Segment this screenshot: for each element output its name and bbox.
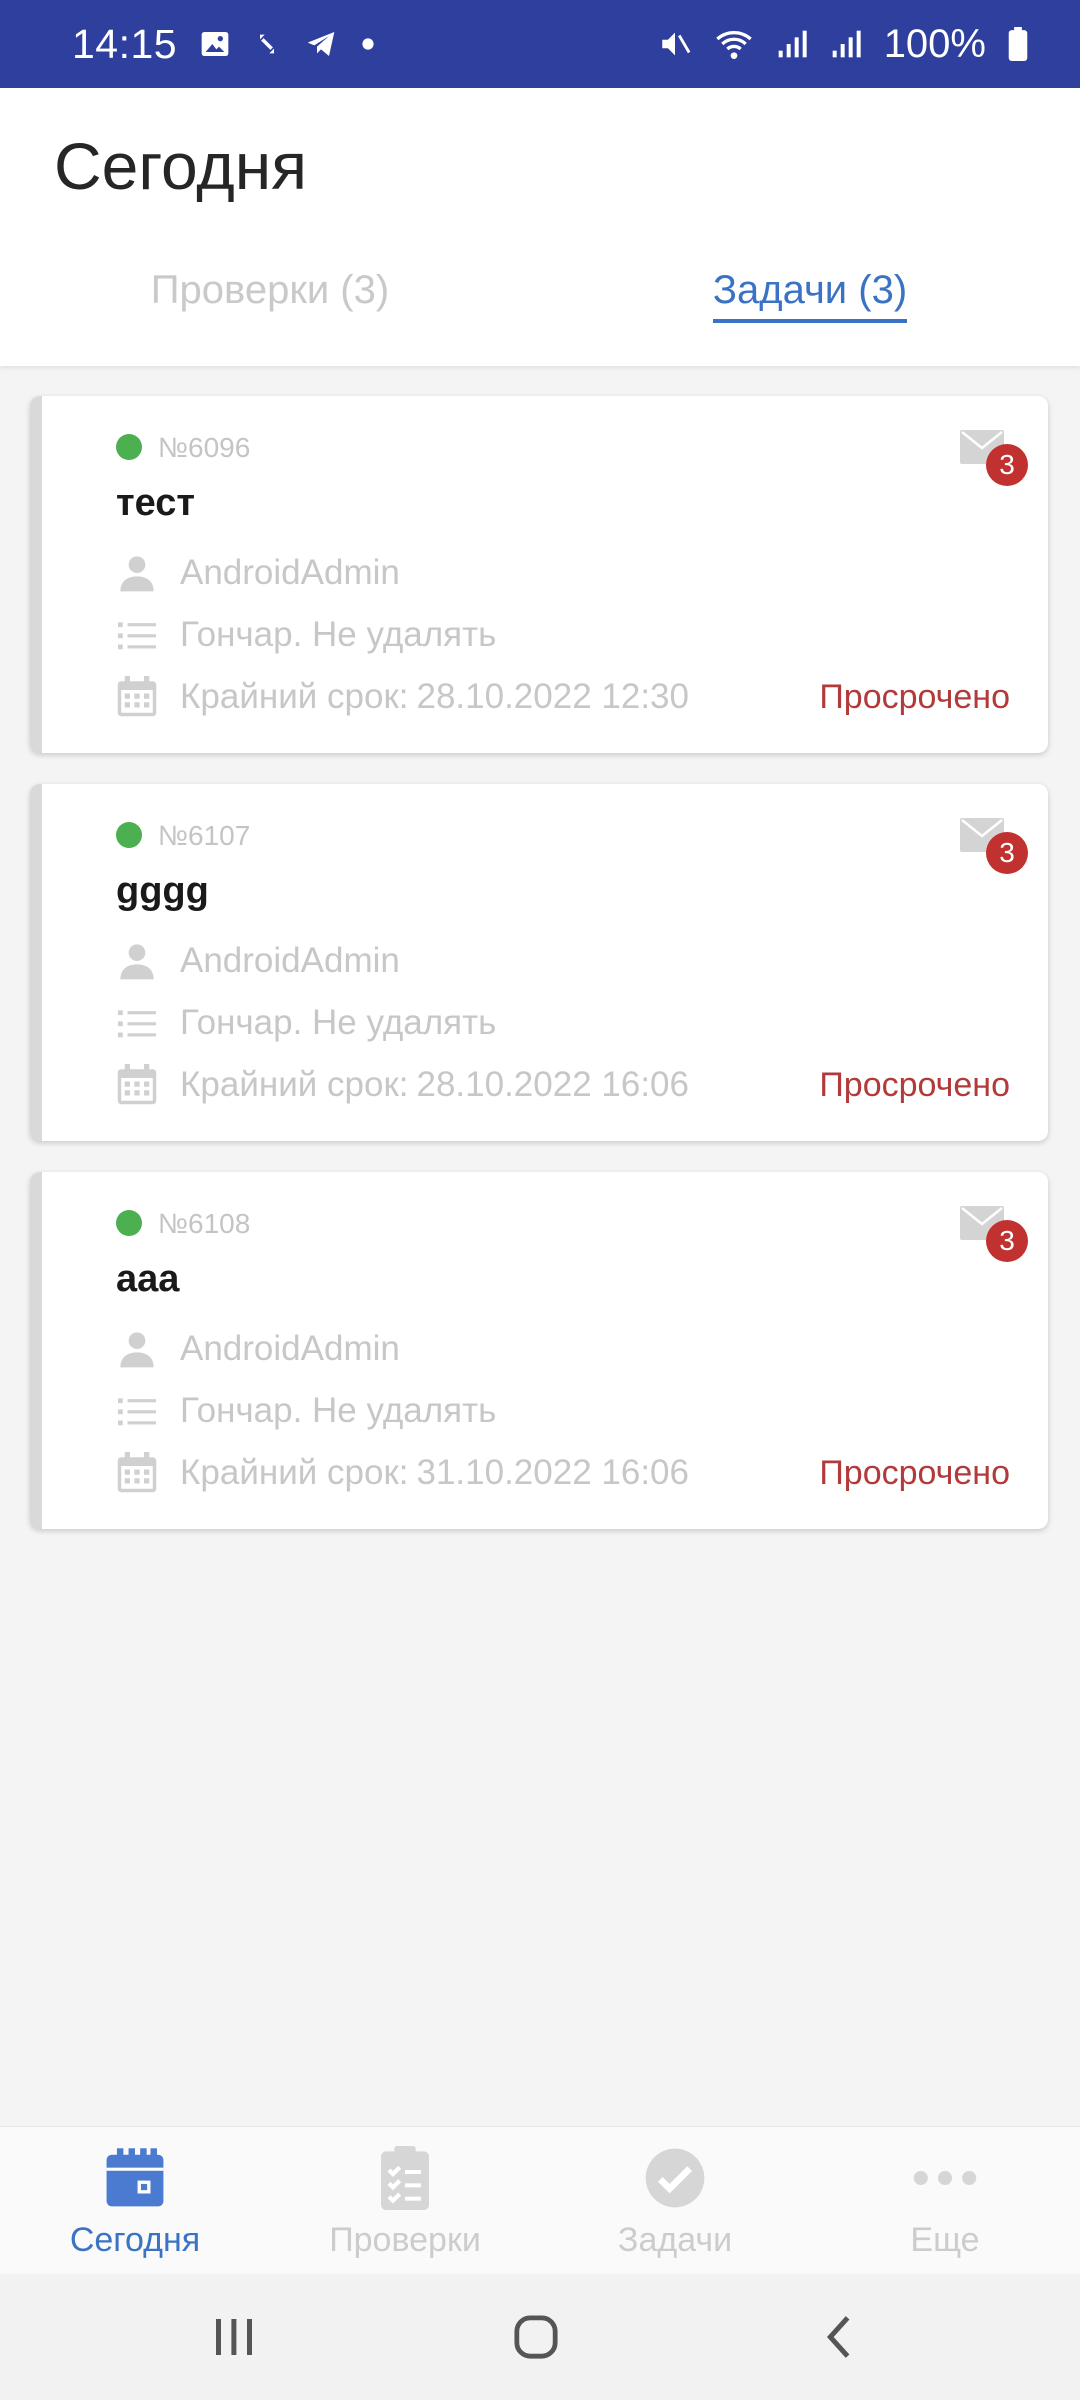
task-list-name: Гончар. Не удалять <box>180 1391 497 1430</box>
task-number: №6096 <box>158 432 251 463</box>
task-list-name: Гончар. Не удалять <box>180 615 497 654</box>
telegram-icon <box>303 28 339 60</box>
nav-label-more: Еще <box>910 2221 980 2259</box>
image-icon <box>199 28 231 60</box>
tab-bar: Проверки (3) Задачи (3) <box>0 268 1080 358</box>
status-bar: 14:15 100% <box>0 0 1080 88</box>
message-count-badge: 3 <box>986 832 1028 874</box>
system-nav-bar <box>0 2274 1080 2400</box>
nav-label-tasks: Задачи <box>617 2221 733 2259</box>
battery-percent: 100% <box>883 21 986 66</box>
status-dot <box>116 822 142 848</box>
dot-icon <box>361 37 375 51</box>
message-count-badge: 3 <box>986 444 1028 486</box>
status-right: 100% <box>658 22 1028 67</box>
signal-icon <box>830 28 862 60</box>
task-title: gggg <box>116 870 209 912</box>
task-user-row: AndroidAdmin <box>116 1328 400 1370</box>
recent-apps-button[interactable] <box>164 2274 304 2400</box>
task-card[interactable]: №6108 aaa AndroidAdmin Гончар. Не удалят… <box>30 1172 1048 1529</box>
person-icon <box>116 552 158 594</box>
overdue-status: Просрочено <box>819 678 1010 716</box>
task-deadline-row: Крайний срок: 28.10.2022 16:06 <box>116 1064 689 1106</box>
task-list-name: Гончар. Не удалять <box>180 1003 497 1042</box>
tab-checks-label: Проверки (3) <box>150 268 390 312</box>
more-icon <box>912 2145 978 2211</box>
deadline-value: 31.10.2022 16:06 <box>416 1453 689 1492</box>
person-icon <box>116 1328 158 1370</box>
status-left: 14:15 <box>72 21 375 68</box>
list-icon <box>116 1002 158 1044</box>
task-user: AndroidAdmin <box>180 1329 400 1368</box>
bottom-nav: Сегодня Проверки Задачи Еще <box>0 2126 1080 2274</box>
battery-icon <box>1008 27 1028 61</box>
deadline-label: Крайний срок: <box>180 677 409 716</box>
task-deadline-row: Крайний срок: 31.10.2022 16:06 <box>116 1452 689 1494</box>
nav-item-today[interactable]: Сегодня <box>0 2145 270 2265</box>
task-number: №6108 <box>158 1208 251 1239</box>
status-dot <box>116 434 142 460</box>
list-icon <box>116 614 158 656</box>
signal-icon <box>776 28 808 60</box>
calendar-icon <box>116 1452 158 1494</box>
task-user: AndroidAdmin <box>180 553 400 592</box>
deadline-value: 28.10.2022 12:30 <box>416 677 689 716</box>
page-title: Сегодня <box>54 129 307 203</box>
home-button[interactable] <box>466 2274 606 2400</box>
app-header: Сегодня Проверки (3) Задачи (3) <box>0 88 1080 366</box>
wifi-icon <box>714 27 754 61</box>
deadline-label: Крайний срок: <box>180 1065 409 1104</box>
task-title: aaa <box>116 1258 180 1300</box>
check-circle-icon <box>642 2145 708 2211</box>
calendar-icon <box>116 676 158 718</box>
calendar-icon <box>102 2145 168 2211</box>
list-icon <box>116 1390 158 1432</box>
person-icon <box>116 940 158 982</box>
nav-item-tasks[interactable]: Задачи <box>540 2145 810 2265</box>
overdue-status: Просрочено <box>819 1066 1010 1104</box>
task-user: AndroidAdmin <box>180 941 400 980</box>
task-list: №6096 тест AndroidAdmin Гончар. Не удаля… <box>30 396 1048 1560</box>
checklist-icon <box>372 2145 438 2211</box>
deadline-label: Крайний срок: <box>180 1453 409 1492</box>
message-count-badge: 3 <box>986 1220 1028 1262</box>
nav-label-checks: Проверки <box>329 2221 481 2259</box>
sync-icon <box>253 28 281 60</box>
nav-label-today: Сегодня <box>69 2221 201 2259</box>
task-card[interactable]: №6096 тест AndroidAdmin Гончар. Не удаля… <box>30 396 1048 753</box>
status-time: 14:15 <box>72 20 178 67</box>
task-card[interactable]: №6107 gggg AndroidAdmin Гончар. Не удаля… <box>30 784 1048 1141</box>
tab-tasks[interactable]: Задачи (3) <box>540 268 1080 358</box>
task-user-row: AndroidAdmin <box>116 940 400 982</box>
task-list-row: Гончар. Не удалять <box>116 614 496 656</box>
task-user-row: AndroidAdmin <box>116 552 400 594</box>
task-deadline-row: Крайний срок: 28.10.2022 12:30 <box>116 676 689 718</box>
calendar-icon <box>116 1064 158 1106</box>
tab-checks[interactable]: Проверки (3) <box>0 268 540 358</box>
task-list-row: Гончар. Не удалять <box>116 1002 496 1044</box>
deadline-value: 28.10.2022 16:06 <box>416 1065 689 1104</box>
tab-tasks-label: Задачи (3) <box>712 268 908 323</box>
overdue-status: Просрочено <box>819 1454 1010 1492</box>
mute-icon <box>658 27 692 61</box>
task-number: №6107 <box>158 820 251 851</box>
nav-item-checks[interactable]: Проверки <box>270 2145 540 2265</box>
back-button[interactable] <box>768 2274 908 2400</box>
nav-item-more[interactable]: Еще <box>810 2145 1080 2265</box>
task-title: тест <box>116 482 195 524</box>
status-dot <box>116 1210 142 1236</box>
task-list-row: Гончар. Не удалять <box>116 1390 496 1432</box>
